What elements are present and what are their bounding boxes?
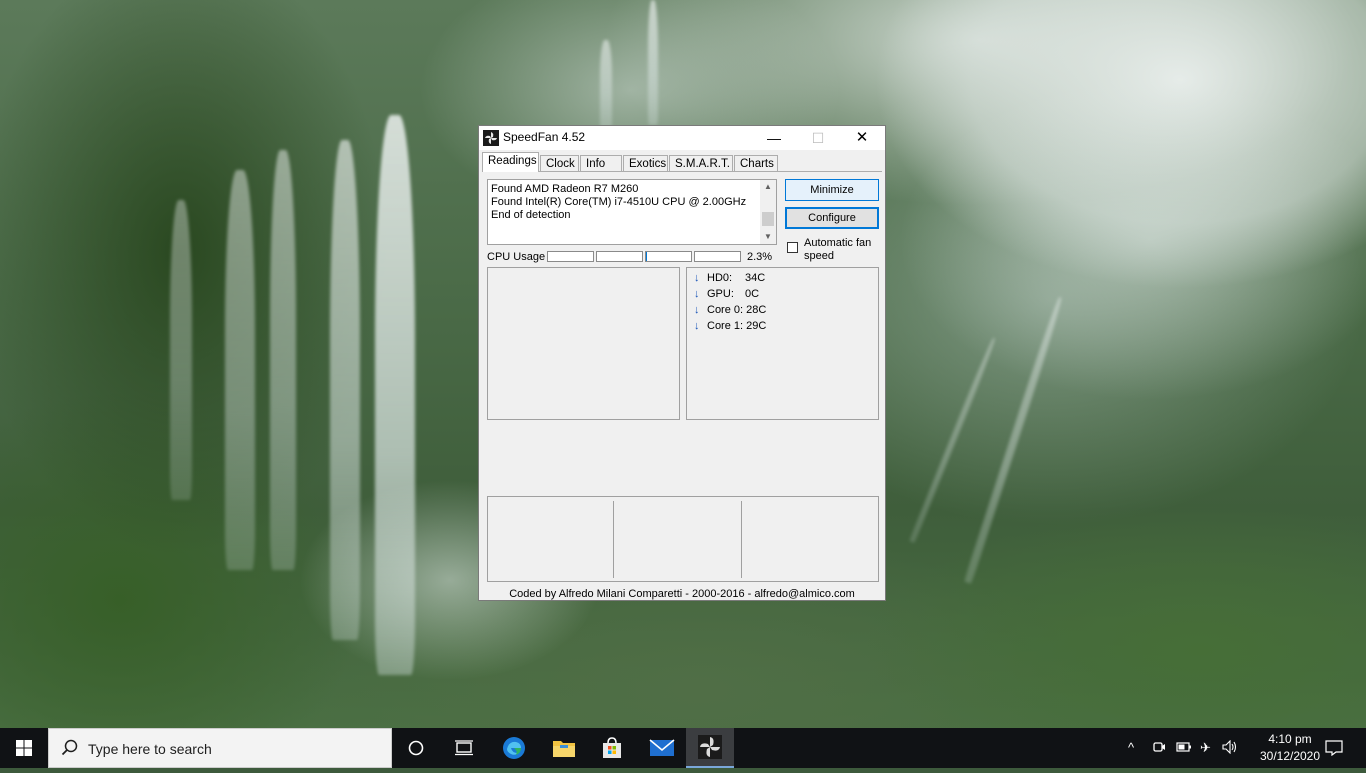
tab-smart[interactable]: S.M.A.R.T. — [669, 155, 733, 171]
windows-logo-icon — [16, 740, 32, 756]
temp-reading-core0: ↓ Core 0: 28C — [694, 304, 766, 316]
task-view-icon[interactable] — [440, 728, 488, 768]
window-title: SpeedFan 4.52 — [503, 130, 586, 144]
temp-reading-core1: ↓ Core 1: 29C — [694, 320, 766, 332]
credits-footer: Coded by Alfredo Milani Comparetti - 200… — [509, 588, 855, 600]
cpu-usage-label: CPU Usage — [487, 251, 546, 263]
reading-label: Core 0: — [707, 304, 744, 316]
window-close-button[interactable]: ✕ — [839, 126, 885, 150]
fan-speeds-panel — [487, 267, 680, 420]
arrow-down-icon: ↓ — [694, 320, 700, 332]
minimize-button[interactable]: Minimize — [785, 179, 879, 201]
log-scrollbar[interactable]: ▲ ▼ — [760, 180, 776, 244]
automatic-fan-speed-label: Automatic fan speed — [804, 237, 872, 262]
cpu-usage-bar — [547, 251, 594, 262]
arrow-down-icon: ↓ — [694, 304, 700, 316]
tab-clock[interactable]: Clock — [540, 155, 579, 171]
clock-time: 4:10 pm — [1268, 732, 1312, 746]
reading-value: 0C — [745, 288, 760, 300]
title-bar[interactable]: SpeedFan 4.52 — ☐ ✕ — [479, 126, 885, 150]
speedfan-icon[interactable] — [686, 728, 734, 768]
tab-charts[interactable]: Charts — [734, 155, 778, 171]
window-maximize-button[interactable]: ☐ — [795, 126, 841, 150]
detection-log[interactable]: Found AMD Radeon R7 M260 Found Intel(R) … — [487, 179, 777, 245]
temp-reading-gpu: ↓ GPU: 0C — [694, 288, 759, 300]
search-icon — [61, 739, 78, 756]
log-line: End of detection — [491, 209, 571, 221]
reading-value: 34C — [745, 272, 766, 284]
temperatures-panel: ↓ HD0: 34C ↓ GPU: 0C ↓ Core 0: 28C ↓ Core 1: 2… — [686, 267, 879, 420]
cpu-usage-bar — [694, 251, 741, 262]
notifications-icon[interactable] — [1325, 740, 1343, 759]
battery-icon[interactable] — [1176, 740, 1192, 757]
reading-label: Core 1: — [707, 320, 744, 332]
configure-button[interactable]: Configure — [785, 207, 879, 229]
speedfan-window: SpeedFan 4.52 — ☐ ✕ Readings Clock Info … — [478, 125, 886, 601]
taskbar: Type here to search ^ ✈ 4:10 pm 30/12/20… — [0, 728, 1366, 768]
start-button[interactable] — [0, 728, 48, 768]
clock-date: 30/12/2020 — [1259, 749, 1321, 763]
reading-value: 28C — [746, 304, 767, 316]
cpu-usage-fill — [646, 252, 647, 261]
tab-readings[interactable]: Readings — [482, 152, 539, 172]
cpu-usage-bar — [596, 251, 643, 262]
show-hidden-icons-icon[interactable]: ^ — [1128, 740, 1134, 755]
log-line: Found AMD Radeon R7 M260 — [491, 183, 639, 195]
file-explorer-icon[interactable] — [540, 728, 588, 768]
reading-label: HD0: — [707, 272, 733, 284]
edge-icon[interactable] — [490, 728, 538, 768]
airplane-mode-icon[interactable]: ✈ — [1200, 740, 1211, 756]
arrow-down-icon: ↓ — [694, 288, 700, 300]
system-clock[interactable]: 4:10 pm 30/12/2020 — [1258, 731, 1322, 765]
arrow-down-icon: ↓ — [694, 272, 700, 284]
speedfan-icon — [483, 130, 499, 146]
scroll-up-icon[interactable]: ▲ — [760, 180, 776, 194]
tab-info[interactable]: Info — [580, 155, 622, 171]
panel-divider — [741, 501, 742, 578]
mail-icon[interactable] — [638, 728, 686, 768]
voltages-panel — [487, 496, 879, 582]
scroll-thumb[interactable] — [762, 212, 774, 226]
meet-now-icon[interactable] — [1152, 740, 1166, 757]
search-box[interactable]: Type here to search — [48, 728, 392, 768]
volume-icon[interactable] — [1222, 739, 1238, 757]
window-minimize-button[interactable]: — — [751, 126, 797, 150]
log-line: Found Intel(R) Core(TM) i7-4510U CPU @ 2… — [491, 196, 747, 208]
reading-label: GPU: — [707, 288, 734, 300]
cortana-icon[interactable] — [392, 728, 440, 768]
temp-reading-hd0: ↓ HD0: 34C — [694, 272, 765, 284]
cpu-usage-value: 2.3% — [747, 251, 773, 263]
store-icon[interactable] — [588, 728, 636, 768]
cpu-usage-bar — [645, 251, 692, 262]
checkbox-box[interactable] — [787, 242, 798, 253]
tab-exotics[interactable]: Exotics — [623, 155, 668, 171]
reading-value: 29C — [746, 320, 767, 332]
scroll-down-icon[interactable]: ▼ — [760, 230, 776, 244]
panel-divider — [613, 501, 614, 578]
search-placeholder: Type here to search — [88, 741, 212, 757]
